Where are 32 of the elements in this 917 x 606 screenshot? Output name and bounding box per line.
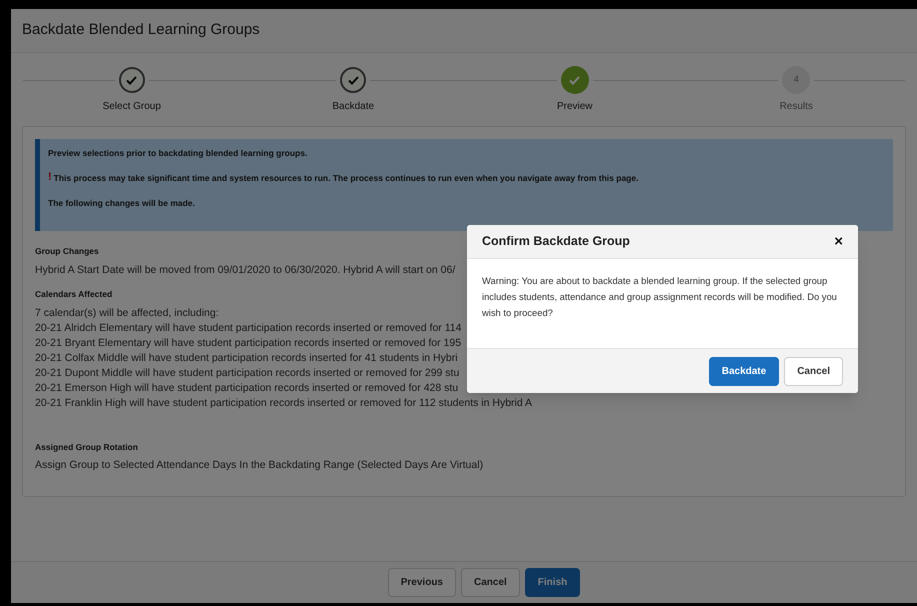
alert-text: This process may take significant time and system resources to run. The process continues to run even when you navigate away from this page.: [54, 172, 638, 184]
info-text: The following changes will be made.: [48, 196, 196, 210]
section-line: 20-21 Dupont Middle will have student participation records inserted or removed for 299 stu: [35, 366, 460, 380]
close-button[interactable]: ×: [834, 234, 843, 249]
step-label: Preview: [556, 100, 593, 114]
window-title: Backdate Blended Learning Groups: [22, 20, 260, 40]
footer-button[interactable]: Cancel: [461, 568, 520, 597]
section-line: Hybrid A Start Date will be moved from 09/01/2020 to 06/30/2020. Hybrid A will start on 06/: [35, 262, 456, 278]
section-line: 7 calendar(s) will be affected, including:: [35, 306, 219, 320]
section-heading: Assigned Group Rotation: [35, 440, 138, 454]
dialog-message: Warning: You are about to backdate a blended learning group. If the selected group includes students, attendance and group assignment records will be modified. Do you wish to proceed?: [482, 274, 838, 320]
section-heading: Group Changes: [35, 245, 99, 258]
step-label: Backdate: [332, 100, 374, 114]
step-label: Results: [780, 100, 813, 114]
section-line: 20-21 Bryant Elementary will have student participation records inserted or removed for 195: [35, 336, 462, 350]
section-line: 20-21 Colfax Middle will have student participation records inserted for 41 students in Hybri: [35, 350, 458, 366]
footer-button[interactable]: Previous: [388, 568, 456, 597]
check-icon: [569, 76, 580, 84]
info-text: Preview selections prior to backdating blended learning groups.: [48, 147, 308, 160]
alert-mark: !: [48, 172, 52, 184]
footer-button[interactable]: Finish: [524, 568, 580, 597]
step-label: Select Group: [102, 100, 161, 114]
check-icon: [126, 76, 138, 84]
section-line: 20-21 Franklin High will have student participation records inserted or removed for 112 students in Hybrid A: [35, 396, 532, 410]
section-line: Assign Group to Selected Attendance Days In the Backdating Range (Selected Days Are Virtual): [35, 458, 484, 474]
section-line: 20-21 Alridch Elementary will have student participation records inserted or removed for 114: [35, 320, 462, 336]
dialog-title: Confirm Backdate Group: [482, 233, 630, 250]
check-icon: [348, 76, 359, 84]
dialog-button[interactable]: Cancel: [784, 356, 843, 386]
dialog-button[interactable]: Backdate: [708, 356, 780, 386]
section-line: 20-21 Emerson High will have student participation records inserted or removed for 428 stu: [35, 380, 458, 396]
section-heading: Calendars Affected: [35, 288, 112, 300]
